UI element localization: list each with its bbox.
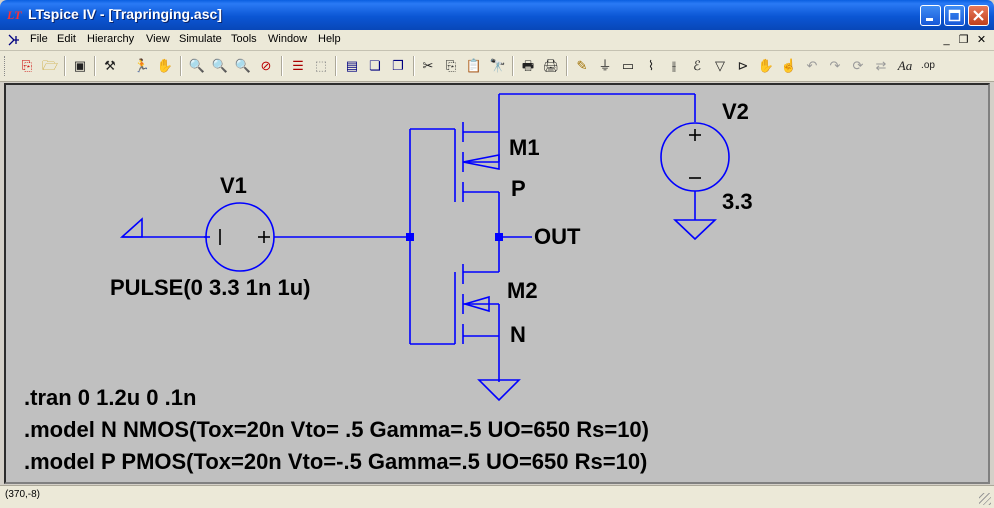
- spice-directive-model-n[interactable]: .model N NMOS(Tox=20n Vto= .5 Gamma=.5 U…: [24, 417, 649, 443]
- toolbar-separator: [512, 56, 514, 76]
- mirror-icon[interactable]: ⇄: [871, 56, 891, 76]
- minimize-icon: [926, 18, 933, 21]
- maximize-icon: [948, 9, 961, 22]
- menu-hierarchy[interactable]: Hierarchy: [87, 33, 134, 45]
- resistor-icon[interactable]: ⌇: [641, 56, 661, 76]
- v1-name-label[interactable]: V1: [220, 173, 247, 199]
- undo-icon[interactable]: ↶: [802, 56, 822, 76]
- resize-grip[interactable]: [979, 493, 991, 505]
- zoom-full-icon[interactable]: ⬚: [311, 56, 331, 76]
- m2-ground-symbol: [477, 379, 521, 402]
- redo-icon[interactable]: ↷: [825, 56, 845, 76]
- ground-icon[interactable]: ⏚: [595, 56, 615, 76]
- menu-view[interactable]: View: [146, 33, 170, 45]
- m1-name-label[interactable]: M1: [509, 135, 540, 161]
- tile-horizontal-icon[interactable]: ▤: [342, 56, 362, 76]
- menu-window[interactable]: Window: [268, 33, 307, 45]
- save-icon[interactable]: ▣: [70, 56, 90, 76]
- zoom-cancel-icon[interactable]: ⊘: [256, 56, 276, 76]
- menu-file[interactable]: File: [30, 33, 48, 45]
- window-title: LTspice IV - [Trapringing.asc]: [28, 6, 222, 22]
- component-icon[interactable]: ⊳: [733, 56, 753, 76]
- spice-directive-model-p[interactable]: .model P PMOS(Tox=20n Vto=-.5 Gamma=.5 U…: [24, 449, 647, 475]
- menu-tools[interactable]: Tools: [231, 33, 257, 45]
- close-window-icon[interactable]: ❐: [388, 56, 408, 76]
- m2-model-label[interactable]: N: [510, 322, 526, 348]
- zoom-in-icon[interactable]: 🔍: [187, 56, 207, 76]
- maximize-button[interactable]: [944, 5, 965, 26]
- new-schematic-icon[interactable]: ⎘: [17, 56, 37, 76]
- m1-model-label[interactable]: P: [511, 176, 526, 202]
- junction-dot: [495, 233, 503, 241]
- spice-directive-tran[interactable]: .tran 0 1.2u 0 .1n: [24, 385, 196, 411]
- toolbar-separator: [335, 56, 337, 76]
- toolbar: ⎘ 🗁 ▣ ⚒ 🏃 ✋ 🔍 🔍 🔍 ⊘ ☰ ⬚ ▤ ❏ ❐ ✂ ⎘ 📋 🔭 🖶 …: [0, 51, 994, 82]
- schematic-doc-icon[interactable]: [6, 32, 22, 48]
- toolbar-grip[interactable]: [4, 56, 8, 76]
- close-icon: [973, 10, 984, 21]
- cut-icon[interactable]: ✂: [418, 56, 438, 76]
- cursor-coordinates: (370,-8): [5, 489, 41, 500]
- toolbar-separator: [94, 56, 96, 76]
- copy-icon[interactable]: ⎘: [441, 56, 461, 76]
- run-icon[interactable]: 🏃: [132, 56, 152, 76]
- zoom-out-icon[interactable]: 🔍: [233, 56, 253, 76]
- control-panel-icon[interactable]: ⚒: [100, 56, 120, 76]
- menu-edit[interactable]: Edit: [57, 33, 76, 45]
- schematic-canvas[interactable]: V1 PULSE(0 3.3 1n 1u) V2 3.3 M1 P M2 N O…: [4, 83, 990, 484]
- v1-ground-symbol: [119, 217, 143, 238]
- menu-help[interactable]: Help: [318, 33, 341, 45]
- toolbar-separator: [566, 56, 568, 76]
- draw-wire-icon[interactable]: ✎: [572, 56, 592, 76]
- title-bar[interactable]: LT LTspice IV - [Trapringing.asc]: [0, 0, 994, 30]
- diode-icon[interactable]: ▽: [710, 56, 730, 76]
- paste-icon[interactable]: 📋: [464, 56, 484, 76]
- mdi-close-icon[interactable]: ✕: [974, 33, 989, 47]
- move-icon[interactable]: ✋: [756, 56, 776, 76]
- print-setup-icon[interactable]: 🖶: [518, 56, 538, 76]
- cascade-icon[interactable]: ❏: [365, 56, 385, 76]
- v2-name-label[interactable]: V2: [722, 99, 749, 125]
- status-bar: (370,-8): [0, 485, 994, 508]
- menu-simulate[interactable]: Simulate: [179, 33, 222, 45]
- print-icon[interactable]: 🖨: [541, 56, 561, 76]
- mdi-minimize-icon[interactable]: _: [939, 33, 954, 47]
- text-icon[interactable]: Aa: [895, 56, 915, 76]
- spice-directive-icon[interactable]: .op: [918, 56, 938, 76]
- close-button[interactable]: [968, 5, 989, 26]
- v2-value-label[interactable]: 3.3: [722, 189, 753, 215]
- junction-dot: [406, 233, 414, 241]
- find-icon[interactable]: 🔭: [488, 56, 508, 76]
- v2-ground-symbol: [672, 219, 718, 241]
- menu-bar: File Edit Hierarchy View Simulate Tools …: [0, 30, 994, 51]
- halt-icon[interactable]: ✋: [155, 56, 175, 76]
- capacitor-icon[interactable]: ⫲: [664, 56, 684, 76]
- net-label-out[interactable]: OUT: [534, 224, 580, 250]
- toolbar-separator: [413, 56, 415, 76]
- rotate-icon[interactable]: ⟳: [848, 56, 868, 76]
- toolbar-separator: [64, 56, 66, 76]
- mdi-restore-icon[interactable]: ❐: [956, 33, 971, 47]
- open-icon[interactable]: 🗁: [40, 56, 60, 76]
- toolbar-separator: [281, 56, 283, 76]
- inductor-icon[interactable]: ℰ: [687, 56, 707, 76]
- m2-name-label[interactable]: M2: [507, 278, 538, 304]
- drag-icon[interactable]: ☝: [779, 56, 799, 76]
- label-net-icon[interactable]: ▭: [618, 56, 638, 76]
- minimize-button[interactable]: [920, 5, 941, 26]
- toolbar-separator: [180, 56, 182, 76]
- ltspice-logo-icon[interactable]: LT: [7, 7, 23, 23]
- autorange-icon[interactable]: ☰: [288, 56, 308, 76]
- pan-icon[interactable]: 🔍: [210, 56, 230, 76]
- v1-value-label[interactable]: PULSE(0 3.3 1n 1u): [110, 275, 311, 301]
